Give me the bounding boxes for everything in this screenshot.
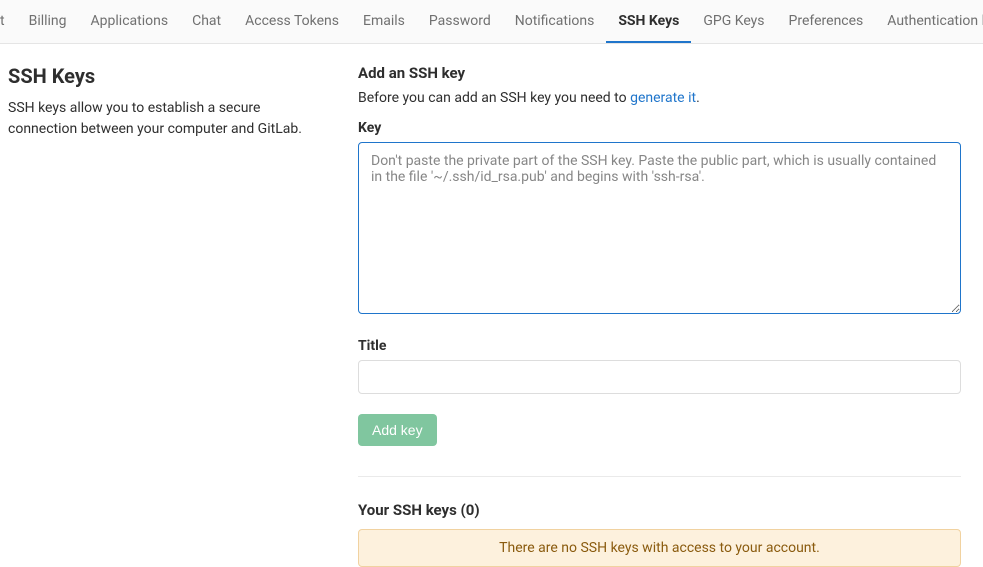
helper-prefix: Before you can add an SSH key you need t… [358, 90, 630, 106]
add-key-heading: Add an SSH key [358, 64, 961, 82]
empty-keys-alert: There are no SSH keys with access to you… [358, 529, 961, 567]
tab-ssh-keys[interactable]: SSH Keys [606, 1, 691, 43]
tab-label: Billing [29, 13, 67, 29]
tab-preferences[interactable]: Preferences [777, 1, 876, 43]
tab-label: Preferences [789, 13, 864, 29]
tab-label: Authentication log [887, 13, 983, 29]
helper-suffix: . [696, 90, 700, 106]
title-label: Title [358, 338, 961, 354]
tab-notifications[interactable]: Notifications [503, 1, 607, 43]
tab-authentication-log[interactable]: Authentication log [875, 1, 983, 43]
tab-emails[interactable]: Emails [351, 1, 417, 43]
content-area: SSH Keys SSH keys allow you to establish… [0, 44, 983, 567]
title-input[interactable] [358, 360, 961, 394]
right-column: Add an SSH key Before you can add an SSH… [358, 64, 975, 567]
settings-tabs: t Billing Applications Chat Access Token… [0, 0, 983, 44]
tab-gpg-keys[interactable]: GPG Keys [691, 1, 776, 43]
helper-text: Before you can add an SSH key you need t… [358, 90, 961, 106]
tab-label: GPG Keys [703, 13, 764, 29]
add-key-button[interactable]: Add key [358, 414, 437, 446]
left-column: SSH Keys SSH keys allow you to establish… [8, 64, 328, 567]
divider [358, 476, 961, 477]
key-label: Key [358, 120, 961, 136]
tab-label: Applications [91, 13, 169, 29]
tab-label: Emails [363, 13, 405, 29]
tab-applications[interactable]: Applications [79, 1, 181, 43]
tab-access-tokens[interactable]: Access Tokens [233, 1, 351, 43]
title-field-group: Title [358, 338, 961, 394]
key-field-group: Key [358, 120, 961, 318]
tab-label: SSH Keys [618, 13, 679, 29]
tab-password[interactable]: Password [417, 1, 503, 43]
tab-billing[interactable]: Billing [17, 1, 79, 43]
page-title: SSH Keys [8, 64, 328, 88]
tab-cutoff[interactable]: t [0, 1, 17, 43]
tab-label: Access Tokens [245, 13, 339, 29]
your-keys-heading: Your SSH keys (0) [358, 501, 961, 519]
tab-label: t [0, 13, 5, 29]
generate-key-link[interactable]: generate it [630, 90, 696, 106]
key-textarea[interactable] [358, 142, 961, 314]
tab-label: Notifications [515, 13, 595, 29]
page-description: SSH keys allow you to establish a secure… [8, 98, 328, 140]
tab-label: Chat [192, 13, 221, 29]
tab-label: Password [429, 13, 491, 29]
tab-chat[interactable]: Chat [180, 1, 233, 43]
